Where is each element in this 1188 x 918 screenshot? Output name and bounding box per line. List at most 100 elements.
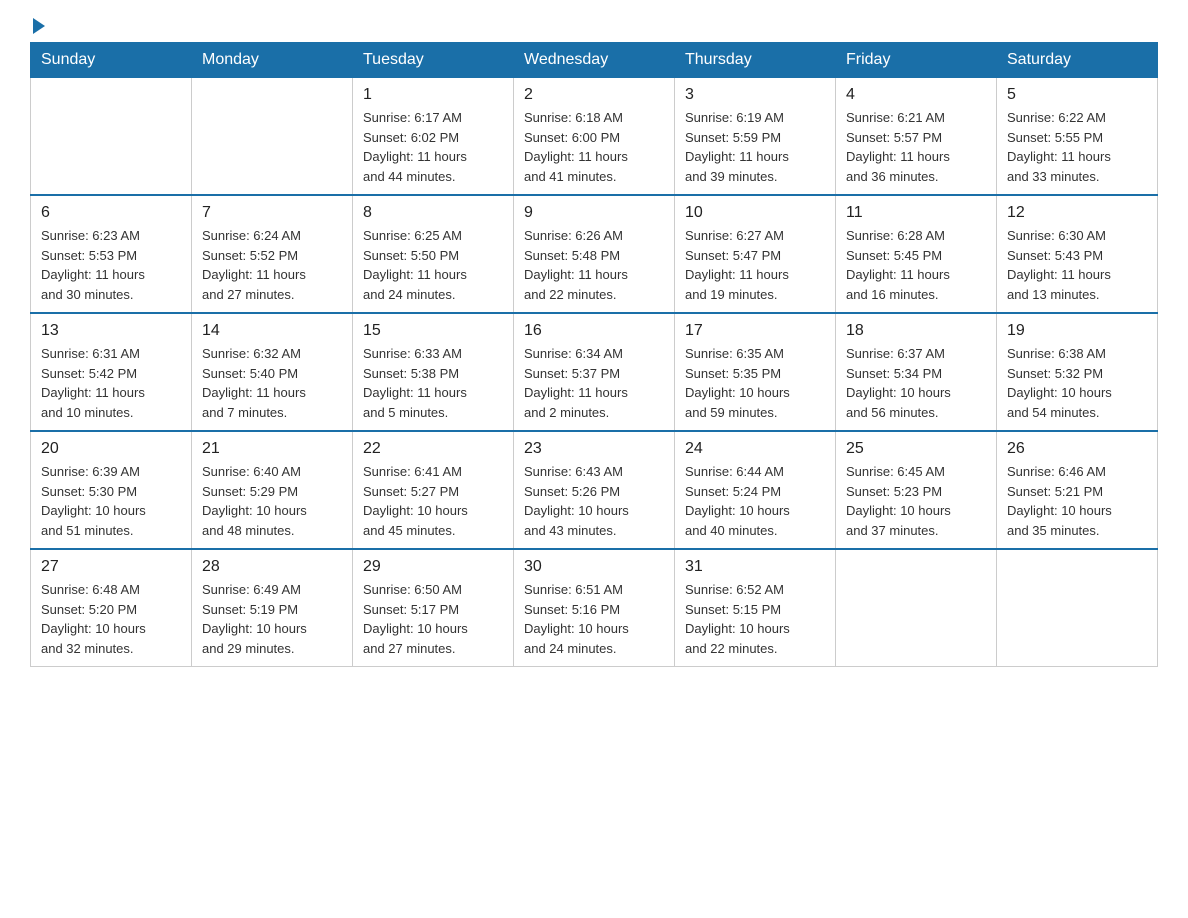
day-number: 11 [846, 204, 986, 222]
calendar-cell: 6Sunrise: 6:23 AMSunset: 5:53 PMDaylight… [31, 195, 192, 313]
calendar-cell: 31 Sunrise: 6:52 AMSunset: 5:15 PMDayligh… [675, 549, 836, 667]
day-info: Sunrise: 6:38 AMSunset: 5:32 PMDaylight:… [1007, 344, 1147, 422]
day-info: Sunrise: 6:45 AMSunset: 5:23 PMDaylight:… [846, 462, 986, 540]
day-number: 16 [524, 322, 664, 340]
calendar-header-wednesday: Wednesday [514, 43, 675, 78]
day-number: 8 [363, 204, 503, 222]
calendar-cell: 21Sunrise: 6:40 AMSunset: 5:29 PMDayligh… [192, 431, 353, 549]
day-number: 19 [1007, 322, 1147, 340]
calendar-cell: 18 Sunrise: 6:37 AMSunset: 5:34 PMDayligh… [836, 313, 997, 431]
day-info: Sunrise: 6:23 AMSunset: 5:53 PMDaylight:… [41, 226, 181, 304]
calendar-cell [31, 78, 192, 196]
day-info: Sunrise: 6:17 AMSunset: 6:02 PMDaylight:… [363, 108, 503, 186]
calendar-cell: 17 Sunrise: 6:35 AMSunset: 5:35 PMDayligh… [675, 313, 836, 431]
calendar-cell [836, 549, 997, 667]
day-number: 20 [41, 440, 181, 458]
day-number: 29 [363, 558, 503, 576]
day-number: 2 [524, 86, 664, 104]
day-number: 30 [524, 558, 664, 576]
day-info: Sunrise: 6:19 AMSunset: 5:59 PMDaylight:… [685, 108, 825, 186]
day-info: Sunrise: 6:25 AMSunset: 5:50 PMDaylight:… [363, 226, 503, 304]
day-info: Sunrise: 6:41 AMSunset: 5:27 PMDaylight:… [363, 462, 503, 540]
day-info: Sunrise: 6:26 AMSunset: 5:48 PMDaylight:… [524, 226, 664, 304]
day-number: 4 [846, 86, 986, 104]
day-number: 22 [363, 440, 503, 458]
calendar-week-row: 20 Sunrise: 6:39 AMSunset: 5:30 PMDayligh… [31, 431, 1158, 549]
calendar-cell [192, 78, 353, 196]
day-info: Sunrise: 6:37 AMSunset: 5:34 PMDaylight:… [846, 344, 986, 422]
day-number: 18 [846, 322, 986, 340]
calendar-cell: 30 Sunrise: 6:51 AMSunset: 5:16 PMDayligh… [514, 549, 675, 667]
day-number: 25 [846, 440, 986, 458]
calendar-header-sunday: Sunday [31, 43, 192, 78]
calendar-cell: 28Sunrise: 6:49 AMSunset: 5:19 PMDayligh… [192, 549, 353, 667]
day-info: Sunrise: 6:44 AMSunset: 5:24 PMDaylight:… [685, 462, 825, 540]
day-number: 14 [202, 322, 342, 340]
day-number: 23 [524, 440, 664, 458]
calendar-cell: 15Sunrise: 6:33 AMSunset: 5:38 PMDayligh… [353, 313, 514, 431]
page-header [30, 20, 1158, 32]
calendar-cell: 1 Sunrise: 6:17 AMSunset: 6:02 PMDaylight… [353, 78, 514, 196]
day-number: 15 [363, 322, 503, 340]
calendar-cell: 27 Sunrise: 6:48 AMSunset: 5:20 PMDayligh… [31, 549, 192, 667]
day-info: Sunrise: 6:27 AMSunset: 5:47 PMDaylight:… [685, 226, 825, 304]
calendar-cell: 23 Sunrise: 6:43 AMSunset: 5:26 PMDayligh… [514, 431, 675, 549]
calendar-cell: 20 Sunrise: 6:39 AMSunset: 5:30 PMDayligh… [31, 431, 192, 549]
calendar-cell: 29 Sunrise: 6:50 AMSunset: 5:17 PMDayligh… [353, 549, 514, 667]
calendar-header-row: SundayMondayTuesdayWednesdayThursdayFrid… [31, 43, 1158, 78]
calendar-cell: 7Sunrise: 6:24 AMSunset: 5:52 PMDaylight… [192, 195, 353, 313]
calendar-week-row: 13 Sunrise: 6:31 AMSunset: 5:42 PMDayligh… [31, 313, 1158, 431]
day-number: 13 [41, 322, 181, 340]
day-info: Sunrise: 6:46 AMSunset: 5:21 PMDaylight:… [1007, 462, 1147, 540]
calendar-cell: 16 Sunrise: 6:34 AMSunset: 5:37 PMDayligh… [514, 313, 675, 431]
calendar-table: SundayMondayTuesdayWednesdayThursdayFrid… [30, 42, 1158, 667]
day-number: 27 [41, 558, 181, 576]
calendar-header-friday: Friday [836, 43, 997, 78]
day-number: 17 [685, 322, 825, 340]
calendar-cell: 2 Sunrise: 6:18 AMSunset: 6:00 PMDaylight… [514, 78, 675, 196]
day-info: Sunrise: 6:52 AMSunset: 5:15 PMDaylight:… [685, 580, 825, 658]
day-info: Sunrise: 6:34 AMSunset: 5:37 PMDaylight:… [524, 344, 664, 422]
day-info: Sunrise: 6:43 AMSunset: 5:26 PMDaylight:… [524, 462, 664, 540]
calendar-week-row: 27 Sunrise: 6:48 AMSunset: 5:20 PMDayligh… [31, 549, 1158, 667]
day-info: Sunrise: 6:21 AMSunset: 5:57 PMDaylight:… [846, 108, 986, 186]
calendar-cell: 22 Sunrise: 6:41 AMSunset: 5:27 PMDayligh… [353, 431, 514, 549]
day-number: 3 [685, 86, 825, 104]
calendar-cell: 5 Sunrise: 6:22 AMSunset: 5:55 PMDaylight… [997, 78, 1158, 196]
day-number: 5 [1007, 86, 1147, 104]
day-info: Sunrise: 6:24 AMSunset: 5:52 PMDaylight:… [202, 226, 342, 304]
calendar-header-saturday: Saturday [997, 43, 1158, 78]
day-number: 26 [1007, 440, 1147, 458]
day-info: Sunrise: 6:18 AMSunset: 6:00 PMDaylight:… [524, 108, 664, 186]
calendar-cell: 4 Sunrise: 6:21 AMSunset: 5:57 PMDaylight… [836, 78, 997, 196]
calendar-header-thursday: Thursday [675, 43, 836, 78]
calendar-header-tuesday: Tuesday [353, 43, 514, 78]
day-number: 31 [685, 558, 825, 576]
calendar-cell: 25 Sunrise: 6:45 AMSunset: 5:23 PMDayligh… [836, 431, 997, 549]
day-number: 1 [363, 86, 503, 104]
calendar-header-monday: Monday [192, 43, 353, 78]
calendar-cell: 13 Sunrise: 6:31 AMSunset: 5:42 PMDayligh… [31, 313, 192, 431]
calendar-cell: 19 Sunrise: 6:38 AMSunset: 5:32 PMDayligh… [997, 313, 1158, 431]
day-info: Sunrise: 6:50 AMSunset: 5:17 PMDaylight:… [363, 580, 503, 658]
day-number: 9 [524, 204, 664, 222]
day-info: Sunrise: 6:39 AMSunset: 5:30 PMDaylight:… [41, 462, 181, 540]
calendar-cell: 10Sunrise: 6:27 AMSunset: 5:47 PMDayligh… [675, 195, 836, 313]
calendar-cell: 8 Sunrise: 6:25 AMSunset: 5:50 PMDaylight… [353, 195, 514, 313]
day-number: 24 [685, 440, 825, 458]
day-info: Sunrise: 6:35 AMSunset: 5:35 PMDaylight:… [685, 344, 825, 422]
calendar-cell: 26 Sunrise: 6:46 AMSunset: 5:21 PMDayligh… [997, 431, 1158, 549]
calendar-cell: 3 Sunrise: 6:19 AMSunset: 5:59 PMDaylight… [675, 78, 836, 196]
calendar-cell [997, 549, 1158, 667]
day-number: 21 [202, 440, 342, 458]
day-info: Sunrise: 6:22 AMSunset: 5:55 PMDaylight:… [1007, 108, 1147, 186]
day-info: Sunrise: 6:48 AMSunset: 5:20 PMDaylight:… [41, 580, 181, 658]
day-info: Sunrise: 6:32 AMSunset: 5:40 PMDaylight:… [202, 344, 342, 422]
calendar-cell: 9 Sunrise: 6:26 AMSunset: 5:48 PMDaylight… [514, 195, 675, 313]
day-info: Sunrise: 6:31 AMSunset: 5:42 PMDaylight:… [41, 344, 181, 422]
calendar-cell: 12Sunrise: 6:30 AMSunset: 5:43 PMDayligh… [997, 195, 1158, 313]
day-info: Sunrise: 6:51 AMSunset: 5:16 PMDaylight:… [524, 580, 664, 658]
day-info: Sunrise: 6:49 AMSunset: 5:19 PMDaylight:… [202, 580, 342, 658]
calendar-week-row: 6Sunrise: 6:23 AMSunset: 5:53 PMDaylight… [31, 195, 1158, 313]
logo [30, 20, 45, 32]
